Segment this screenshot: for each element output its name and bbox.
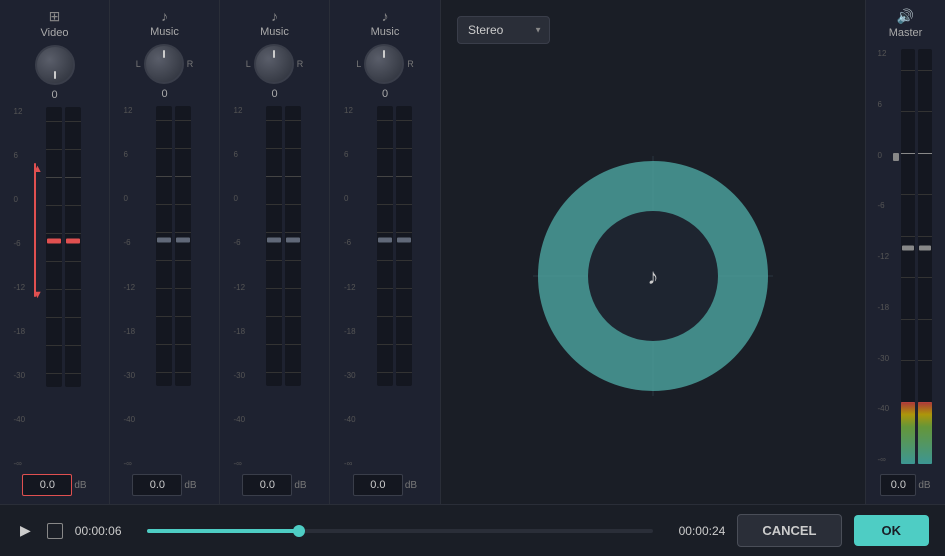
cancel-button[interactable]: CANCEL: [737, 514, 841, 547]
music1-db-row: dB: [132, 474, 196, 496]
music3-knob[interactable]: [364, 44, 404, 84]
channel-music1: ♪ Music L R 0 12 6 0 -6 -12 -18 -30 -40 …: [110, 0, 220, 504]
main-content: ⊞ Video 0 12 6 0 -6 -12 -18 -30 -40 -∞: [0, 0, 945, 504]
music1-label: Music: [150, 26, 179, 38]
mixer-panel: ⊞ Video 0 12 6 0 -6 -12 -18 -30 -40 -∞: [0, 0, 441, 504]
timeline-fill: [147, 529, 299, 533]
music2-db-unit: dB: [294, 480, 306, 491]
video-icon: ⊞: [49, 8, 61, 25]
music3-db-unit: dB: [405, 480, 417, 491]
music1-knob-container: L R: [130, 44, 200, 84]
video-fader[interactable]: ▲ ▼: [46, 107, 81, 468]
speaker-icon: 🔊: [897, 8, 914, 25]
channel-video: ⊞ Video 0 12 6 0 -6 -12 -18 -30 -40 -∞: [0, 0, 110, 504]
video-knob-container: [20, 45, 90, 85]
svg-text:♪: ♪: [648, 264, 659, 289]
music2-knob[interactable]: [254, 44, 294, 84]
loop-checkbox[interactable]: [47, 523, 63, 539]
music2-icon: ♪: [271, 8, 278, 24]
video-label: Video: [41, 27, 69, 39]
master-db-row: dB: [880, 474, 930, 496]
video-db-input[interactable]: [22, 474, 72, 496]
timeline-thumb[interactable]: [293, 525, 305, 537]
music1-db-unit: dB: [184, 480, 196, 491]
music1-db-input[interactable]: [132, 474, 182, 496]
stereo-select-wrapper[interactable]: Stereo Mono Left Only Right Only: [457, 16, 550, 44]
ok-button[interactable]: OK: [854, 515, 930, 546]
music2-fader[interactable]: [266, 106, 301, 468]
music3-knob-container: L R: [350, 44, 420, 84]
video-knob-value: 0: [51, 89, 57, 101]
master-db-input[interactable]: [880, 474, 916, 496]
play-button[interactable]: ▶: [16, 518, 35, 543]
donut-visualization: ♪: [523, 146, 783, 406]
current-time: 00:00:06: [75, 524, 135, 538]
channel-music3: ♪ Music L R 0 12 6 0 -6 -12 -18 -30 -40 …: [330, 0, 440, 504]
music2-db-row: dB: [242, 474, 306, 496]
music3-label: Music: [371, 26, 400, 38]
channel-music2: ♪ Music L R 0 12 6 0 -6 -12 -18 -30 -40 …: [220, 0, 330, 504]
master-db-unit: dB: [918, 480, 930, 491]
music1-knob[interactable]: [144, 44, 184, 84]
stereo-select[interactable]: Stereo Mono Left Only Right Only: [457, 16, 550, 44]
video-db-unit: dB: [74, 480, 86, 491]
music1-icon: ♪: [161, 8, 168, 24]
video-db-row: dB: [22, 474, 86, 496]
end-time: 00:00:24: [665, 524, 725, 538]
donut-container: ♪: [523, 64, 783, 488]
music2-db-input[interactable]: [242, 474, 292, 496]
music2-knob-container: L R: [240, 44, 310, 84]
music1-fader[interactable]: [156, 106, 191, 468]
music3-db-row: dB: [353, 474, 417, 496]
center-panel: Stereo Mono Left Only Right Only ♪: [441, 0, 865, 504]
music2-knob-value: 0: [271, 88, 277, 100]
music3-fader[interactable]: [377, 106, 412, 468]
master-panel: 🔊 Master 12 6 0 -6 -12 -18 -30 -40 -∞: [865, 0, 945, 504]
music3-icon: ♪: [382, 8, 389, 24]
timeline-track[interactable]: [147, 529, 654, 533]
music3-db-input[interactable]: [353, 474, 403, 496]
music1-knob-value: 0: [161, 88, 167, 100]
bottom-bar: ▶ 00:00:06 00:00:24 CANCEL OK: [0, 504, 945, 556]
master-label: Master: [889, 27, 923, 39]
video-knob[interactable]: [35, 45, 75, 85]
stereo-select-row: Stereo Mono Left Only Right Only: [457, 16, 849, 44]
music3-knob-value: 0: [382, 88, 388, 100]
music2-label: Music: [260, 26, 289, 38]
